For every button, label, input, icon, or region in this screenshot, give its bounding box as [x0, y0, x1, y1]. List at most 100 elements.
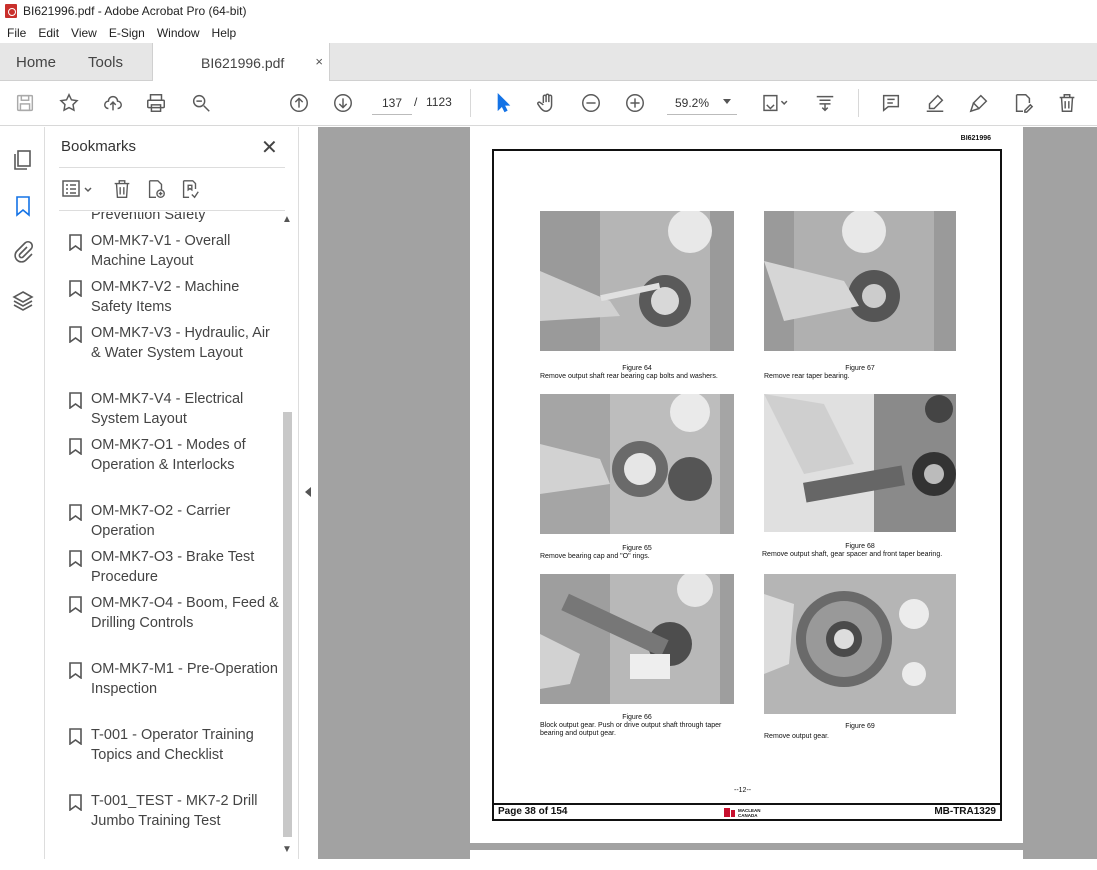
save-icon[interactable]	[13, 91, 37, 115]
tab-document-label: BI621996.pdf	[201, 54, 285, 71]
menu-edit[interactable]: Edit	[32, 26, 65, 40]
bookmark-options-menu-icon[interactable]	[61, 178, 95, 202]
menu-esign[interactable]: E-Sign	[103, 26, 151, 40]
delete-bookmark-icon[interactable]	[111, 178, 135, 202]
bookmark-label: OM-MK7-O1 - Modes of Operation & Interlo…	[91, 437, 246, 473]
window-title: BI621996.pdf - Adobe Acrobat Pro (64-bit…	[23, 4, 247, 18]
bookmark-from-structure-icon[interactable]	[179, 178, 203, 202]
layers-icon[interactable]	[11, 289, 35, 313]
figure-caption: Remove output gear.	[764, 733, 829, 740]
pdf-page: BI621996 Figure 64 Remove output shaft r…	[470, 127, 1023, 843]
bookmarks-icon[interactable]	[11, 194, 35, 218]
zoom-out-icon[interactable]	[579, 91, 603, 115]
page-total: 1123	[426, 95, 452, 109]
bookmark-item[interactable]: OM-MK7-V3 - Hydraulic, Air & Water Syste…	[69, 323, 281, 363]
figure-number: Figure 65	[622, 545, 652, 552]
select-cursor-icon[interactable]	[491, 91, 515, 115]
menu-file[interactable]: File	[0, 26, 32, 40]
bookmark-item[interactable]: OM-MK7-M1 - Pre-Operation Inspection	[69, 659, 281, 699]
bookmark-icon	[69, 596, 82, 614]
close-tab-icon[interactable]: ×	[315, 54, 323, 69]
bookmark-icon	[69, 280, 82, 298]
bookmark-label: OM-MK7-V4 - Electrical System Layout	[91, 391, 244, 427]
bookmark-item[interactable]: T-001_TEST - MK7-2 Drill Jumbo Training …	[69, 791, 281, 831]
bookmarks-panel: Bookmarks ✕ Prevention Safety OM-MK7-V1 …	[45, 127, 298, 859]
figure-photo	[540, 574, 734, 704]
figure-caption: Remove output shaft rear bearing cap bol…	[540, 373, 718, 380]
figure-number: Figure 69	[845, 723, 875, 730]
menu-help[interactable]: Help	[206, 26, 243, 40]
search-zoom-icon[interactable]	[189, 91, 213, 115]
page-frame: Figure 64 Remove output shaft rear beari…	[492, 149, 1002, 821]
bookmark-item[interactable]: T-001 - Operator Training Topics and Che…	[69, 725, 281, 765]
bookmark-icon	[69, 550, 82, 568]
zoom-level-select[interactable]: 59.2%	[667, 91, 737, 115]
prev-page-icon[interactable]	[287, 91, 311, 115]
figure-number: Figure 67	[845, 365, 875, 372]
bookmark-item[interactable]: OM-MK7-O3 - Brake Test Procedure	[69, 547, 281, 587]
scroll-mode-icon[interactable]	[813, 91, 837, 115]
bookmark-icon	[69, 728, 82, 746]
bookmarks-scrollbar[interactable]: ▲ ▼	[281, 212, 293, 857]
toolbar-divider	[470, 89, 471, 117]
page-number-input[interactable]: 137	[372, 91, 412, 115]
bookmark-item[interactable]: OM-MK7-O2 - Carrier Operation	[69, 501, 281, 541]
scroll-down-icon[interactable]: ▼	[282, 844, 292, 855]
scroll-up-icon[interactable]: ▲	[282, 214, 292, 225]
bookmarks-list: Prevention Safety OM-MK7-V1 - Overall Ma…	[45, 212, 281, 857]
print-icon[interactable]	[144, 91, 168, 115]
close-panel-icon[interactable]: ✕	[261, 135, 278, 160]
document-id: BI621996	[960, 135, 991, 142]
bookmark-item[interactable]: OM-MK7-O4 - Boom, Feed & Drilling Contro…	[69, 593, 281, 633]
menu-view[interactable]: View	[65, 26, 103, 40]
bookmark-item[interactable]: OM-MK7-O1 - Modes of Operation & Interlo…	[69, 435, 281, 475]
tab-bar: Home Tools BI621996.pdf ×	[0, 43, 1097, 82]
figure-caption: Remove bearing cap and "O" rings.	[540, 553, 650, 560]
figure-caption: Remove output shaft, gear spacer and fro…	[762, 551, 943, 558]
left-rail	[0, 127, 45, 859]
zoom-level-value: 59.2%	[675, 95, 710, 110]
tab-document[interactable]: BI621996.pdf ×	[152, 43, 330, 82]
collapse-arrow-icon[interactable]	[305, 487, 311, 497]
footer-doc-code: MB-TRA1329	[934, 806, 996, 817]
highlight-pen-icon[interactable]	[923, 91, 947, 115]
bookmark-star-icon[interactable]	[57, 91, 81, 115]
menu-window[interactable]: Window	[151, 26, 206, 40]
page-thumbnails-icon[interactable]	[11, 148, 35, 172]
panel-collapse-strip[interactable]	[298, 127, 318, 859]
bookmark-item[interactable]: OM-MK7-V1 - Overall Machine Layout	[69, 231, 281, 271]
figure-photo	[764, 394, 956, 532]
tab-home[interactable]: Home	[16, 43, 56, 81]
next-page-icon[interactable]	[331, 91, 355, 115]
tab-tools[interactable]: Tools	[88, 43, 123, 81]
scrollbar-thumb[interactable]	[283, 412, 292, 837]
attachments-paperclip-icon[interactable]	[11, 240, 35, 264]
bookmark-icon	[69, 326, 82, 344]
bookmark-label: T-001_TEST - MK7-2 Drill Jumbo Training …	[91, 793, 258, 829]
chevron-down-icon	[723, 99, 731, 104]
bookmark-item[interactable]: OM-MK7-V2 - Machine Safety Items	[69, 277, 281, 317]
bookmark-label: OM-MK7-O2 - Carrier Operation	[91, 503, 231, 539]
bookmark-icon	[69, 504, 82, 522]
svg-text:CANADA: CANADA	[738, 813, 758, 818]
figure-photo	[540, 211, 734, 351]
sign-icon[interactable]	[967, 91, 991, 115]
figure-caption: Block output gear. Push or drive output …	[540, 722, 722, 737]
new-bookmark-icon[interactable]	[145, 178, 169, 202]
hand-tool-icon[interactable]	[535, 91, 559, 115]
page-footer: Page 38 of 154 MACLEAN CANADA MB-TRA1329	[494, 803, 1000, 819]
acrobat-pdf-icon	[5, 4, 17, 18]
document-viewer: BI621996 Figure 64 Remove output shaft r…	[318, 127, 1097, 870]
bookmark-label: OM-MK7-M1 - Pre-Operation Inspection	[91, 661, 278, 697]
edit-pdf-icon[interactable]	[1011, 91, 1035, 115]
bookmark-item-partial[interactable]: Prevention Safety	[91, 212, 281, 225]
page-fit-icon[interactable]	[758, 91, 792, 115]
zoom-in-icon[interactable]	[623, 91, 647, 115]
comment-icon[interactable]	[879, 91, 903, 115]
upload-cloud-icon[interactable]	[101, 91, 125, 115]
delete-trash-icon[interactable]	[1055, 91, 1079, 115]
bookmark-item[interactable]: OM-MK7-V4 - Electrical System Layout	[69, 389, 281, 429]
bookmark-label: OM-MK7-V1 - Overall Machine Layout	[91, 233, 231, 269]
footer-page-count: Page 38 of 154	[498, 806, 568, 817]
bookmark-icon	[69, 662, 82, 680]
